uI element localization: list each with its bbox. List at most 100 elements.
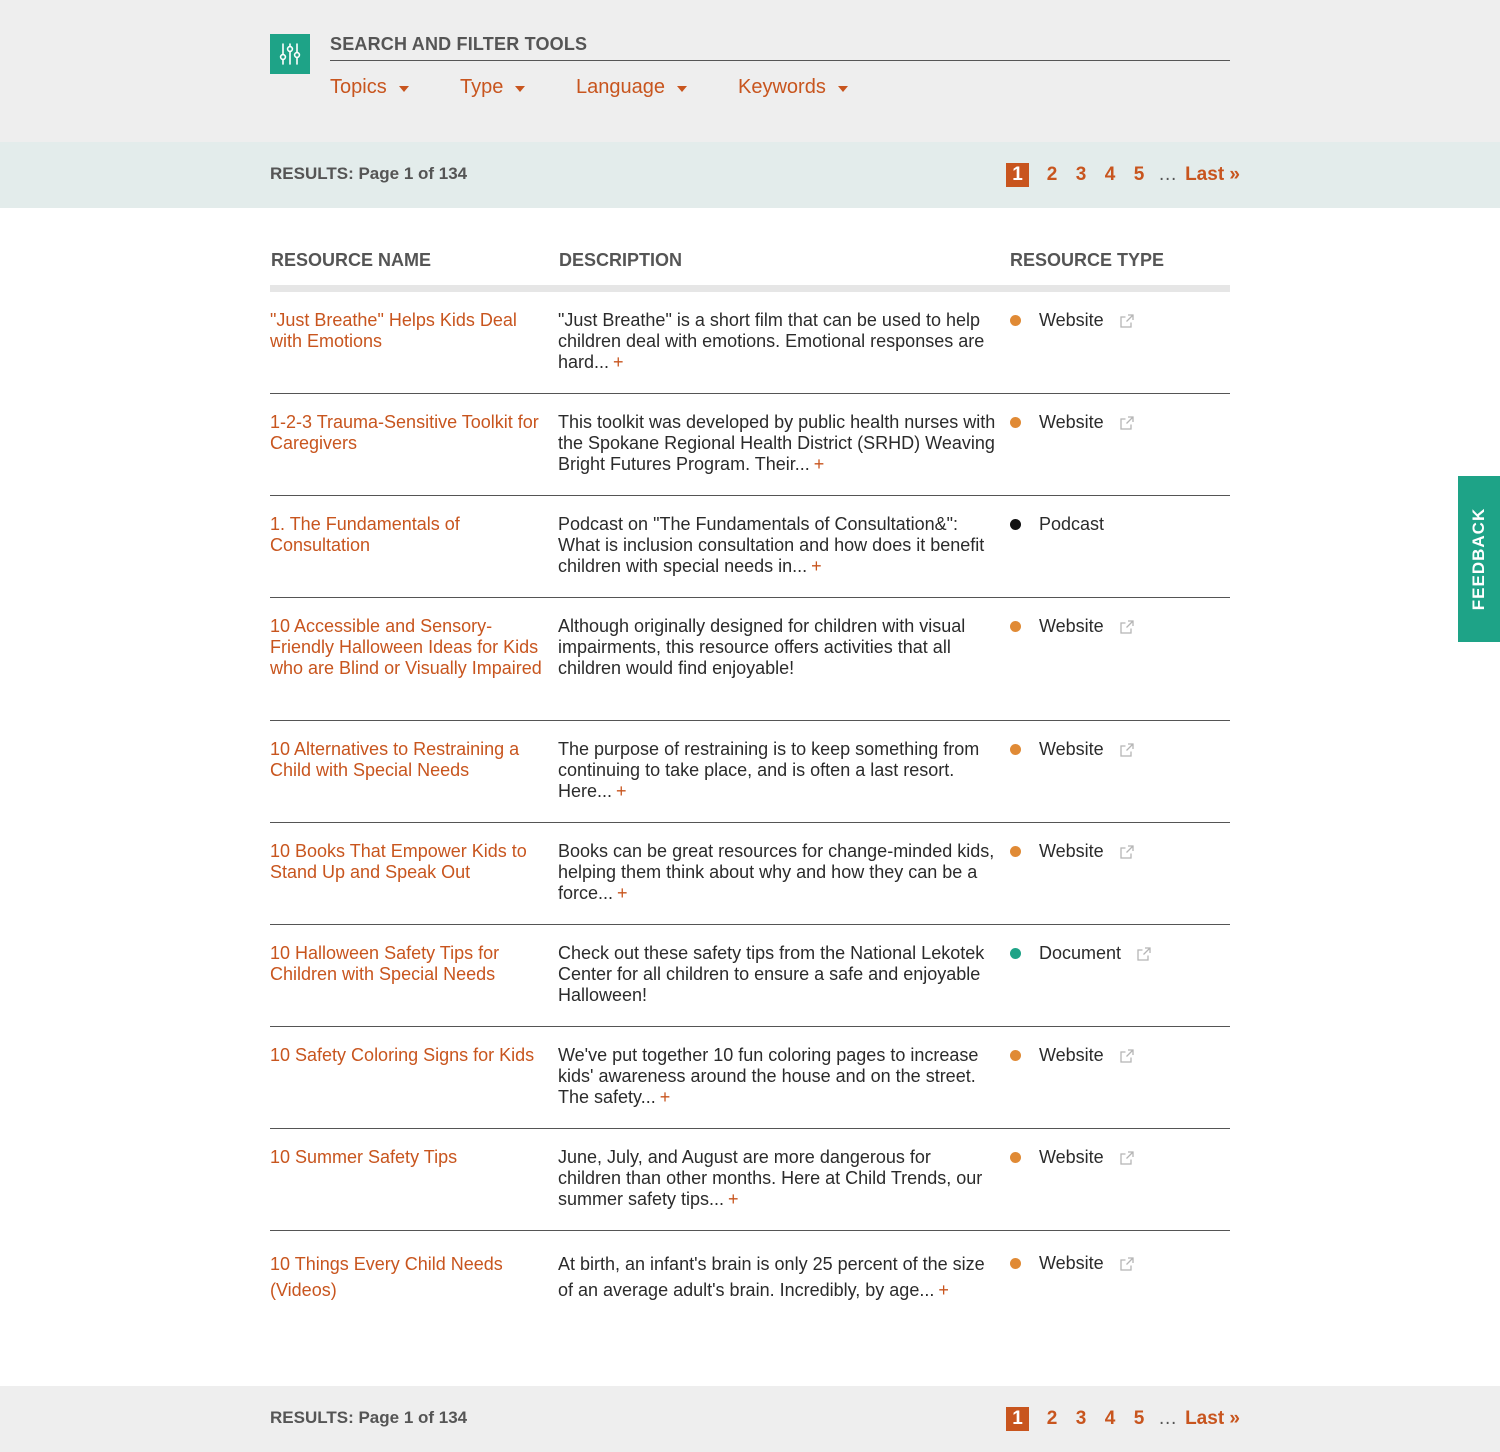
filter-language-label: Language [576, 76, 665, 98]
description-text: Check out these safety tips from the Nat… [558, 943, 985, 1005]
type-dot-icon [1010, 744, 1021, 755]
page-3-link[interactable]: 3 [1072, 164, 1090, 186]
expand-description-button[interactable]: + [617, 883, 628, 903]
resource-type: Website [1010, 841, 1134, 862]
resource-description: This toolkit was developed by public hea… [558, 412, 998, 475]
external-link-icon[interactable] [1120, 844, 1134, 859]
resource-description: We've put together 10 fun coloring pages… [558, 1045, 998, 1108]
description-text: Podcast on "The Fundamentals of Consulta… [558, 514, 985, 576]
resource-name-link[interactable]: 1-2-3 Trauma-Sensitive Toolkit for Careg… [270, 412, 545, 454]
page-4-link[interactable]: 4 [1101, 1408, 1119, 1430]
pagination-ellipsis: … [1158, 1408, 1178, 1429]
pagination: 1 2 3 4 5 … Last » [1006, 1407, 1240, 1431]
expand-description-button[interactable]: + [616, 781, 627, 801]
external-link-icon[interactable] [1120, 415, 1134, 430]
resource-name-link[interactable]: 10 Accessible and Sensory-Friendly Hallo… [270, 616, 545, 679]
resource-type: Website [1010, 412, 1134, 433]
expand-description-button[interactable]: + [811, 556, 822, 576]
type-label: Website [1039, 1045, 1104, 1065]
description-text: We've put together 10 fun coloring pages… [558, 1045, 979, 1107]
feedback-tab[interactable]: FEEDBACK [1458, 476, 1500, 642]
table-row: 1. The Fundamentals of Consultation Podc… [270, 496, 1230, 598]
page-1-link[interactable]: 1 [1006, 1407, 1030, 1431]
table-row: 10 Accessible and Sensory-Friendly Hallo… [270, 598, 1230, 721]
results-count: RESULTS: Page 1 of 134 [270, 164, 468, 183]
external-link-icon[interactable] [1137, 946, 1151, 961]
results-count: RESULTS: Page 1 of 134 [270, 1408, 468, 1427]
sliders-icon[interactable] [270, 34, 310, 74]
caret-down-icon [515, 85, 526, 92]
column-header-description: DESCRIPTION [559, 250, 683, 270]
type-label: Podcast [1039, 514, 1105, 534]
resource-type: Website [1010, 739, 1134, 760]
resource-type: Website [1010, 1147, 1134, 1168]
external-link-icon[interactable] [1120, 1150, 1134, 1165]
expand-description-button[interactable]: + [660, 1087, 671, 1107]
type-label: Website [1039, 841, 1104, 861]
external-link-icon[interactable] [1120, 313, 1134, 328]
filter-keywords-dropdown[interactable]: Keywords [738, 76, 848, 99]
resource-description: Check out these safety tips from the Nat… [558, 943, 998, 1006]
resource-name-link[interactable]: 10 Halloween Safety Tips for Children wi… [270, 943, 545, 985]
expand-description-button[interactable]: + [728, 1189, 739, 1209]
pagination-ellipsis: … [1158, 164, 1178, 185]
resource-name-link[interactable]: 10 Safety Coloring Signs for Kids [270, 1045, 545, 1066]
caret-down-icon [676, 85, 687, 92]
page-2-link[interactable]: 2 [1043, 164, 1061, 186]
resource-type: Website [1010, 310, 1134, 331]
filter-type-dropdown[interactable]: Type [460, 76, 526, 99]
type-dot-icon [1010, 315, 1021, 326]
pagination: 1 2 3 4 5 … Last » [1006, 163, 1240, 187]
expand-description-button[interactable]: + [613, 352, 624, 372]
resource-description: Podcast on "The Fundamentals of Consulta… [558, 514, 998, 577]
external-link-icon[interactable] [1120, 619, 1134, 634]
resource-type: Website [1010, 1253, 1134, 1274]
description-text: At birth, an infant's brain is only 25 p… [558, 1254, 985, 1300]
page-2-link[interactable]: 2 [1043, 1408, 1061, 1430]
external-link-icon[interactable] [1120, 742, 1134, 757]
external-link-icon[interactable] [1120, 1256, 1134, 1271]
page-5-link[interactable]: 5 [1130, 1408, 1148, 1430]
external-link-icon[interactable] [1120, 1048, 1134, 1063]
resource-description: "Just Breathe" is a short film that can … [558, 310, 998, 373]
table-row: 10 Alternatives to Restraining a Child w… [270, 721, 1230, 823]
resource-description: Although originally designed for childre… [558, 616, 998, 679]
type-label: Website [1039, 412, 1104, 432]
resource-name-link[interactable]: "Just Breathe" Helps Kids Deal with Emot… [270, 310, 545, 352]
resource-name-link[interactable]: 10 Books That Empower Kids to Stand Up a… [270, 841, 545, 883]
header-divider [270, 285, 1230, 292]
results-bar-bottom: RESULTS: Page 1 of 134 1 2 3 4 5 … Last … [0, 1386, 1500, 1452]
expand-description-button[interactable]: + [814, 454, 825, 474]
table-row: 10 Books That Empower Kids to Stand Up a… [270, 823, 1230, 925]
table-row: 10 Things Every Child Needs (Videos) At … [270, 1231, 1230, 1341]
page-4-link[interactable]: 4 [1101, 164, 1119, 186]
resource-name-link[interactable]: 10 Things Every Child Needs (Videos) [270, 1251, 545, 1303]
type-dot-icon [1010, 948, 1021, 959]
type-label: Website [1039, 616, 1104, 636]
page-1-link[interactable]: 1 [1006, 163, 1030, 187]
resource-type: Podcast [1010, 514, 1104, 535]
page-3-link[interactable]: 3 [1072, 1408, 1090, 1430]
page-5-link[interactable]: 5 [1130, 164, 1148, 186]
type-dot-icon [1010, 846, 1021, 857]
filter-type-label: Type [460, 76, 504, 98]
filter-language-dropdown[interactable]: Language [576, 76, 687, 99]
filter-topics-dropdown[interactable]: Topics [330, 76, 409, 99]
resource-description: Books can be great resources for change-… [558, 841, 998, 904]
resource-name-link[interactable]: 1. The Fundamentals of Consultation [270, 514, 545, 556]
results-bar-top: RESULTS: Page 1 of 134 1 2 3 4 5 … Last … [0, 142, 1500, 208]
caret-down-icon [837, 85, 848, 92]
last-page-link[interactable]: Last » [1185, 164, 1240, 186]
resource-name-link[interactable]: 10 Summer Safety Tips [270, 1147, 545, 1168]
type-dot-icon [1010, 1258, 1021, 1269]
type-label: Website [1039, 310, 1104, 330]
last-page-link[interactable]: Last » [1185, 1408, 1240, 1430]
expand-description-button[interactable]: + [938, 1280, 949, 1300]
resource-type: Document [1010, 943, 1151, 964]
search-filter-tools: SEARCH AND FILTER TOOLS Topics Type Lang… [0, 0, 1500, 142]
filter-topics-label: Topics [330, 76, 387, 98]
table-row: "Just Breathe" Helps Kids Deal with Emot… [270, 292, 1230, 394]
description-text: Although originally designed for childre… [558, 616, 966, 678]
resource-name-link[interactable]: 10 Alternatives to Restraining a Child w… [270, 739, 545, 781]
filter-heading: SEARCH AND FILTER TOOLS [330, 34, 1230, 61]
